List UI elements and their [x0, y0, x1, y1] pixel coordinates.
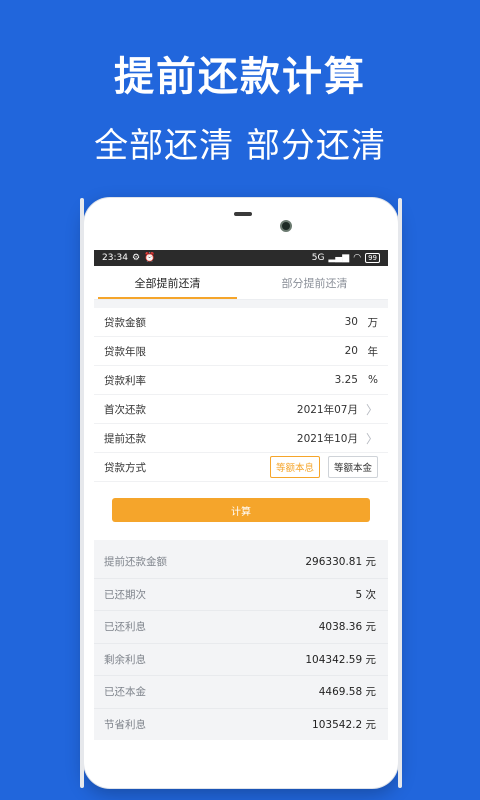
- loan-amount-row[interactable]: 贷款金额 30 万: [94, 308, 388, 337]
- loan-rate-unit: %: [368, 374, 378, 386]
- loan-form: 贷款金额 30 万 贷款年限 20 年 贷款利率 3.25 % 首次还款 202…: [94, 308, 388, 482]
- result-value: 103542.2 元: [312, 718, 376, 731]
- result-label: 提前还款金额: [104, 556, 167, 569]
- first-payment-value: 2021年07月: [296, 403, 358, 416]
- tab-full-prepay[interactable]: 全部提前还清: [94, 266, 241, 299]
- method-equal-installment-button[interactable]: 等额本息: [269, 456, 320, 478]
- early-payment-row[interactable]: 提前还款 2021年10月 〉: [94, 424, 388, 453]
- loan-rate-row[interactable]: 贷款利率 3.25 %: [94, 366, 388, 395]
- result-label: 已还本金: [104, 686, 146, 699]
- settings-icon: ⚙: [131, 252, 141, 263]
- phone-frame: 23:34 ⚙ ⏰ 5G ▂▄▆ ◠ 99 全部提前还清 部分提前还清 贷款金额…: [80, 198, 402, 788]
- results-list: 提前还款金额 296330.81 元 已还期次 5 次 已还利息 4038.36…: [94, 540, 388, 740]
- method-row: 贷款方式 等额本息 等额本金: [94, 453, 388, 482]
- front-camera: [280, 220, 292, 232]
- tab-partial-prepay[interactable]: 部分提前还清: [241, 266, 388, 299]
- result-value: 4038.36 元: [318, 621, 376, 634]
- loan-rate-label: 贷款利率: [104, 374, 146, 387]
- chevron-right-icon: 〉: [365, 402, 378, 417]
- first-payment-label: 首次还款: [104, 403, 146, 416]
- first-payment-row[interactable]: 首次还款 2021年07月 〉: [94, 395, 388, 424]
- tab-bar: 全部提前还清 部分提前还清: [94, 266, 388, 300]
- calc-section: 计算: [94, 482, 388, 540]
- battery-icon: 99: [365, 253, 380, 263]
- wifi-icon: ◠: [353, 252, 362, 263]
- banner-subline: 全部还清 部分还清: [94, 126, 386, 166]
- result-row: 节省利息 103542.2 元: [94, 709, 388, 741]
- loan-years-label: 贷款年限: [104, 345, 146, 358]
- signal-bars-icon: ▂▄▆: [328, 252, 350, 263]
- loan-rate-input[interactable]: 3.25: [335, 374, 358, 386]
- loan-years-unit: 年: [367, 345, 379, 358]
- loan-years-input[interactable]: 20: [345, 345, 358, 357]
- loan-amount-label: 贷款金额: [104, 316, 146, 329]
- result-row: 已还利息 4038.36 元: [94, 611, 388, 644]
- method-equal-principal-button[interactable]: 等额本金: [327, 456, 378, 478]
- result-row: 已还本金 4469.58 元: [94, 676, 388, 709]
- result-value: 4469.58 元: [318, 686, 376, 699]
- result-value: 296330.81 元: [305, 556, 376, 569]
- result-value: 104342.59 元: [305, 653, 376, 666]
- result-label: 已还期次: [104, 588, 146, 601]
- loan-amount-unit: 万: [367, 316, 379, 329]
- result-value: 5 次: [355, 588, 376, 601]
- result-row: 剩余利息 104342.59 元: [94, 644, 388, 676]
- speaker-grille: [234, 212, 252, 216]
- method-label: 贷款方式: [104, 461, 146, 474]
- result-row: 提前还款金额 296330.81 元: [94, 546, 388, 579]
- alarm-icon: ⏰: [144, 252, 156, 263]
- loan-amount-input[interactable]: 30: [345, 316, 358, 328]
- early-payment-value: 2021年10月: [296, 432, 358, 445]
- banner-headline: 提前还款计算: [114, 54, 366, 100]
- loan-years-row[interactable]: 贷款年限 20 年: [94, 337, 388, 366]
- early-payment-label: 提前还款: [104, 432, 146, 445]
- status-time: 23:34: [102, 253, 128, 263]
- result-row: 已还期次 5 次: [94, 579, 388, 611]
- phone-right-edge: [398, 198, 402, 788]
- calculate-button[interactable]: 计算: [112, 498, 370, 522]
- status-bar: 23:34 ⚙ ⏰ 5G ▂▄▆ ◠ 99: [94, 250, 388, 266]
- result-label: 节省利息: [104, 718, 146, 731]
- phone-left-edge: [80, 198, 84, 788]
- result-label: 已还利息: [104, 621, 146, 634]
- signal-icon: 5G: [311, 252, 325, 263]
- result-label: 剩余利息: [104, 653, 146, 666]
- chevron-right-icon: 〉: [365, 431, 378, 446]
- app-screen: 23:34 ⚙ ⏰ 5G ▂▄▆ ◠ 99 全部提前还清 部分提前还清 贷款金额…: [94, 250, 388, 740]
